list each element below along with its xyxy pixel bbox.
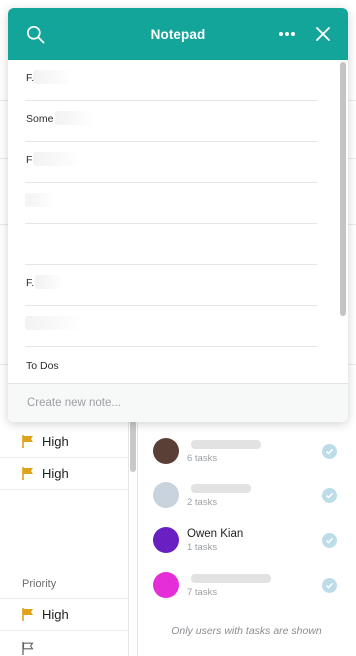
user-name (187, 573, 271, 585)
note-item[interactable]: To Dos (25, 347, 317, 383)
user-row[interactable]: Owen Kian 1 tasks (150, 527, 350, 571)
note-title: F (26, 154, 33, 166)
note-item[interactable] (25, 224, 317, 265)
flag-icon (22, 608, 33, 621)
notes-list: F. Some F F. To Dos (8, 60, 348, 383)
check-icon (322, 444, 337, 459)
scrollbar-thumb[interactable] (130, 420, 136, 472)
note-item[interactable]: Some (25, 101, 317, 142)
avatar (153, 482, 179, 508)
priority-cell[interactable]: High (0, 599, 128, 631)
task-count: 2 tasks (187, 497, 218, 508)
note-item[interactable]: F. (25, 60, 317, 101)
priority-cell-empty[interactable] (0, 632, 128, 656)
flag-icon (22, 467, 33, 480)
users-footer-note: Only users with tasks are shown (171, 625, 322, 637)
priority-label: High (42, 434, 69, 449)
priority-column-label: Priority (22, 578, 57, 590)
note-item[interactable] (25, 183, 317, 224)
column-divider (137, 400, 138, 656)
create-note-bar (8, 383, 348, 422)
more-icon[interactable] (275, 22, 299, 46)
search-icon[interactable] (23, 22, 47, 46)
note-title-fade (25, 193, 55, 207)
flag-outline-icon (22, 641, 34, 655)
note-title-fade (25, 316, 83, 330)
task-count: 7 tasks (187, 587, 218, 598)
priority-cell[interactable]: High (0, 458, 128, 490)
note-title-fade (55, 111, 95, 125)
flag-icon (22, 435, 33, 448)
note-title: To Dos (26, 360, 59, 372)
priority-label: High (42, 607, 69, 622)
check-icon (322, 578, 337, 593)
close-icon[interactable] (311, 22, 335, 46)
note-title: Some (26, 113, 54, 125)
task-count: 1 tasks (187, 542, 218, 553)
avatar (153, 572, 179, 598)
user-name (187, 483, 251, 495)
priority-cell[interactable]: High (0, 426, 128, 458)
create-note-input[interactable] (27, 394, 327, 412)
note-item[interactable]: F. (25, 265, 317, 306)
note-title-fade (33, 70, 73, 84)
avatar (153, 527, 179, 553)
note-title-fade (35, 275, 65, 289)
note-title-fade (33, 152, 81, 166)
user-name: Owen Kian (187, 528, 244, 540)
check-icon (322, 533, 337, 548)
column-divider (128, 400, 129, 656)
priority-label: High (42, 466, 69, 481)
scrollbar-thumb[interactable] (340, 62, 346, 316)
task-count: 6 tasks (187, 453, 218, 464)
notepad-title: Notepad (150, 26, 206, 42)
user-row[interactable]: 7 tasks (150, 572, 350, 616)
user-row[interactable]: 2 tasks (150, 482, 350, 526)
notepad-header: Notepad (8, 8, 348, 60)
note-title: F. (26, 277, 35, 289)
user-name (187, 439, 261, 451)
avatar (153, 438, 179, 464)
note-item[interactable]: F (25, 142, 317, 183)
notepad-panel: Notepad F. Some F F. To Dos Create new n… (8, 8, 348, 422)
check-icon (322, 488, 337, 503)
note-item[interactable] (25, 306, 317, 347)
user-row[interactable]: 6 tasks (150, 438, 350, 482)
notes-scrollbar[interactable] (338, 60, 348, 383)
